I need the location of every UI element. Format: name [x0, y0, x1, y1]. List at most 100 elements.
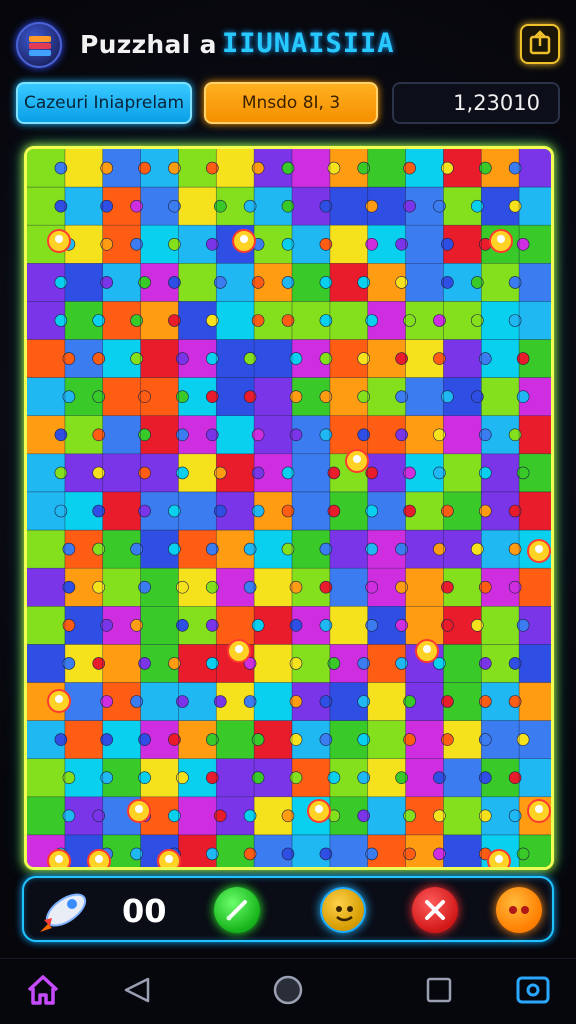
- puzzle-piece[interactable]: [254, 644, 293, 683]
- puzzle-piece[interactable]: [405, 568, 444, 607]
- puzzle-piece[interactable]: [140, 339, 179, 379]
- puzzle-piece[interactable]: [405, 377, 444, 417]
- puzzle-piece[interactable]: [519, 682, 554, 722]
- puzzle-piece[interactable]: [216, 720, 255, 760]
- puzzle-piece[interactable]: [254, 377, 293, 417]
- puzzle-piece[interactable]: [329, 834, 369, 870]
- puzzle-piece[interactable]: [102, 415, 142, 455]
- puzzle-piece[interactable]: [292, 149, 331, 188]
- mascot-button[interactable]: [320, 887, 366, 933]
- puzzle-piece[interactable]: [216, 606, 255, 645]
- puzzle-piece[interactable]: [27, 339, 66, 379]
- rocket-icon[interactable]: [36, 882, 94, 940]
- puzzle-piece[interactable]: [405, 225, 444, 264]
- puzzle-piece[interactable]: [27, 644, 66, 683]
- puzzle-piece[interactable]: [140, 606, 179, 645]
- puzzle-piece[interactable]: [405, 263, 444, 302]
- puzzle-piece[interactable]: [329, 225, 369, 264]
- puzzle-piece[interactable]: [178, 491, 217, 531]
- screenshot-button[interactable]: [510, 967, 556, 1013]
- puzzle-piece[interactable]: [64, 263, 104, 302]
- puzzle-piece[interactable]: [64, 149, 104, 188]
- puzzle-piece[interactable]: [216, 758, 255, 798]
- puzzle-piece[interactable]: [519, 187, 554, 226]
- puzzle-piece[interactable]: [329, 187, 369, 226]
- puzzle-piece[interactable]: [367, 149, 407, 188]
- puzzle-piece[interactable]: [254, 568, 293, 607]
- puzzle-piece[interactable]: [254, 682, 293, 722]
- puzzle-piece[interactable]: [102, 568, 142, 607]
- puzzle-piece[interactable]: [481, 377, 520, 417]
- back-button[interactable]: [114, 967, 160, 1013]
- creature-sticker-icon: [527, 539, 551, 563]
- puzzle-piece[interactable]: [481, 606, 520, 645]
- puzzle-piece[interactable]: [367, 796, 407, 836]
- mode-pill[interactable]: Mnsdo 8I, 3: [204, 82, 378, 124]
- category-pill[interactable]: Cazeuri Iniaprelam: [16, 82, 192, 124]
- puzzle-piece[interactable]: [519, 758, 554, 798]
- puzzle-piece[interactable]: [519, 491, 554, 531]
- puzzle-piece[interactable]: [443, 644, 482, 683]
- share-button[interactable]: [520, 24, 560, 64]
- puzzle-piece[interactable]: [367, 720, 407, 760]
- puzzle-piece[interactable]: [519, 301, 554, 340]
- puzzle-piece[interactable]: [27, 606, 66, 645]
- puzzle-piece[interactable]: [216, 415, 255, 455]
- puzzle-piece[interactable]: [254, 339, 293, 379]
- creature-sticker-icon: [487, 849, 511, 867]
- puzzle-piece[interactable]: [329, 606, 369, 645]
- puzzle-piece[interactable]: [140, 682, 179, 722]
- header: Puzzhal a IIUNAISIIA: [0, 0, 576, 76]
- home-icon: [27, 975, 59, 1005]
- puzzle-piece[interactable]: [64, 720, 104, 760]
- puzzle-piece[interactable]: [443, 453, 482, 493]
- puzzle-grid[interactable]: [27, 149, 554, 870]
- puzzle-piece[interactable]: [329, 301, 369, 340]
- pencil-hint-button[interactable]: [214, 887, 260, 933]
- puzzle-piece[interactable]: [216, 149, 255, 188]
- puzzle-piece[interactable]: [367, 682, 407, 722]
- puzzle-piece[interactable]: [178, 263, 217, 302]
- puzzle-piece[interactable]: [27, 758, 66, 798]
- puzzle-piece[interactable]: [178, 796, 217, 836]
- pencil-hint-icon: [226, 900, 247, 921]
- puzzle-piece[interactable]: [443, 415, 482, 455]
- close-button[interactable]: [412, 887, 458, 933]
- home-circle-button[interactable]: [265, 967, 311, 1013]
- puzzle-piece[interactable]: [519, 644, 554, 683]
- recent-apps-button[interactable]: [416, 967, 462, 1013]
- puzzle-piece[interactable]: [102, 453, 142, 493]
- puzzle-piece[interactable]: [443, 796, 482, 836]
- home-circle-icon: [273, 975, 303, 1005]
- puzzle-piece[interactable]: [443, 758, 482, 798]
- puzzle-board[interactable]: [24, 146, 554, 870]
- puzzle-piece[interactable]: [519, 568, 554, 607]
- creature-sticker-icon: [127, 799, 151, 823]
- puzzle-piece[interactable]: [27, 796, 66, 836]
- puzzle-piece[interactable]: [329, 568, 369, 607]
- puzzle-piece[interactable]: [519, 415, 554, 455]
- puzzle-piece[interactable]: [102, 491, 142, 531]
- puzzle-piece[interactable]: [64, 187, 104, 226]
- puzzle-piece[interactable]: [27, 377, 66, 417]
- home-button[interactable]: [20, 967, 66, 1013]
- creature-sticker-icon: [157, 849, 181, 867]
- puzzle-piece[interactable]: [292, 491, 331, 531]
- creature-sticker-icon: [527, 799, 551, 823]
- recent-square-icon: [426, 977, 452, 1003]
- puzzle-piece[interactable]: [329, 530, 369, 569]
- more-button[interactable]: [496, 887, 542, 933]
- puzzle-piece[interactable]: [405, 606, 444, 645]
- screenshot-icon: [516, 976, 550, 1004]
- puzzle-piece[interactable]: [443, 834, 482, 870]
- puzzle-piece[interactable]: [102, 377, 142, 417]
- puzzle-piece[interactable]: [27, 530, 66, 569]
- puzzle-piece[interactable]: [292, 453, 331, 493]
- puzzle-piece[interactable]: [216, 301, 255, 340]
- puzzle-piece[interactable]: [519, 149, 554, 188]
- puzzle-piece[interactable]: [27, 568, 66, 607]
- puzzle-piece[interactable]: [443, 339, 482, 379]
- puzzle-piece[interactable]: [102, 644, 142, 683]
- puzzle-piece[interactable]: [178, 187, 217, 226]
- puzzle-piece[interactable]: [519, 263, 554, 302]
